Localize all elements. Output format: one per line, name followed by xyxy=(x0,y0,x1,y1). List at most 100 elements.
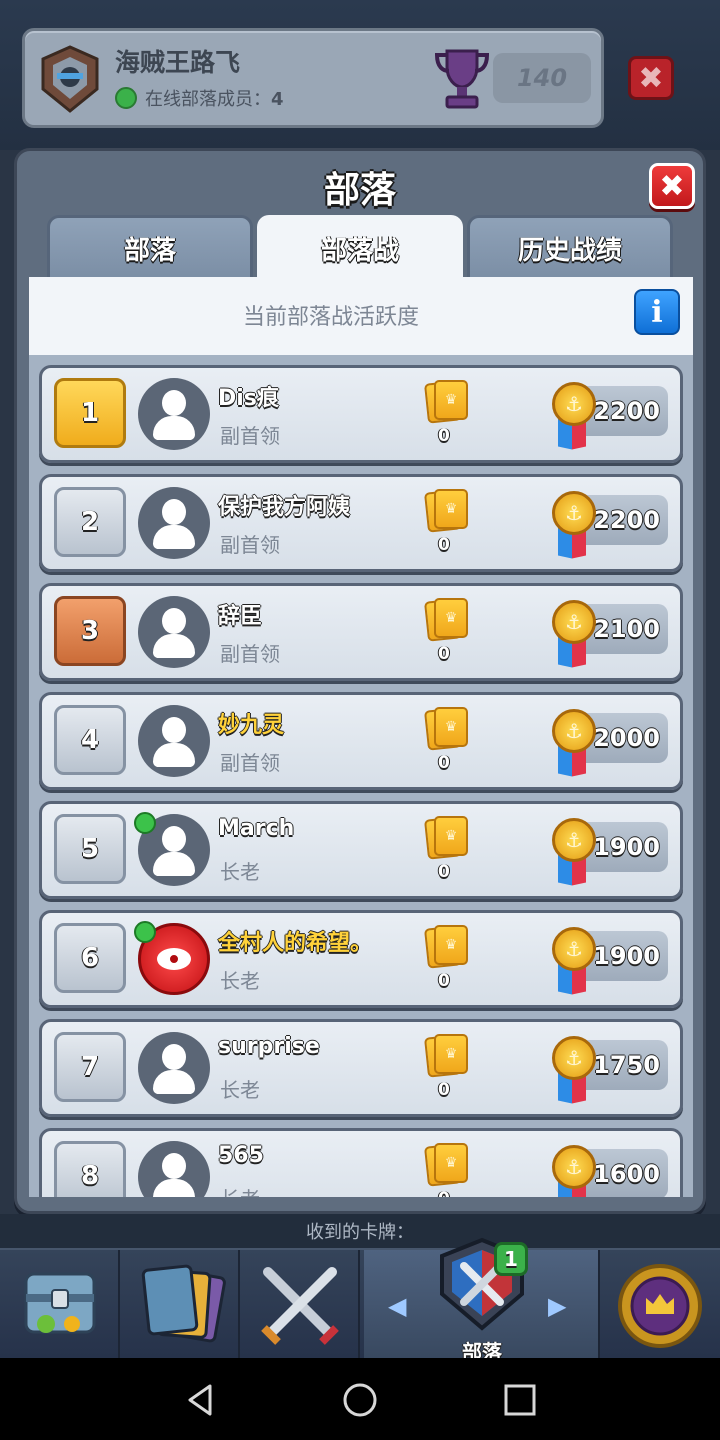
medal-icon: ⚓ xyxy=(552,818,596,890)
medal-icon: ⚓ xyxy=(552,709,596,781)
tab-clan-war[interactable]: 部落战 xyxy=(257,215,463,279)
cards-icon: ♛ xyxy=(424,378,470,424)
online-label: 在线部落成员： xyxy=(145,89,271,110)
tournament-icon xyxy=(618,1264,702,1348)
top-close-button[interactable]: ✖ xyxy=(628,56,674,100)
tab-history[interactable]: 历史战绩 xyxy=(467,215,673,279)
avatar xyxy=(138,378,210,450)
card-crown-icon: ♛ xyxy=(434,1143,468,1183)
received-cards-label: 收到的卡牌： xyxy=(306,1222,414,1243)
nav-tournament[interactable] xyxy=(600,1250,720,1360)
trophy-icon xyxy=(434,49,490,109)
clan-modal: 部落 ✖ 部落 部落战 历史战绩 当前部落战活跃度 i 1 Dis痕 副首领 ♛ 0 22… xyxy=(14,148,706,1214)
cards-count: 0 xyxy=(438,535,450,555)
modal-title: 部落 xyxy=(323,170,396,211)
info-button[interactable]: i xyxy=(634,289,680,335)
online-indicator-icon xyxy=(134,921,156,943)
modal-close-button[interactable]: ✖ xyxy=(649,163,695,209)
nav-cards[interactable] xyxy=(120,1250,240,1360)
online-status-icon xyxy=(115,87,137,109)
cards-icon xyxy=(141,1264,226,1343)
avatar-head xyxy=(162,717,186,743)
avatar-body xyxy=(153,634,195,658)
member-row[interactable]: 8565长老♛01600⚓ xyxy=(39,1128,683,1197)
cards-icon: ♛ xyxy=(424,596,470,642)
member-row[interactable]: 4 妙九灵 副首领 ♛ 0 2000 ⚓ xyxy=(39,692,683,790)
online-count: 4 xyxy=(271,89,284,110)
cards-count: 0 xyxy=(438,1080,450,1100)
bottom-nav: ◀ ▶ xyxy=(0,1237,720,1360)
avatar xyxy=(138,596,210,668)
online-members-text: 在线部落成员：4 xyxy=(145,85,284,111)
member-name: 妙九灵 xyxy=(218,713,285,738)
cards-icon: ♛ xyxy=(424,1032,470,1078)
avatar-head xyxy=(162,1044,186,1070)
coin-anchor-icon: ⚓ xyxy=(552,600,596,644)
member-role: 副首领 xyxy=(220,642,280,666)
member-name: 565 xyxy=(218,1143,264,1168)
cards-icon: ♛ xyxy=(424,814,470,860)
member-role: 长老 xyxy=(220,969,260,993)
subheader: 当前部落战活跃度 i xyxy=(29,277,693,355)
cards-count: 0 xyxy=(438,862,450,882)
rank-badge: 3 xyxy=(54,596,126,666)
rank-badge: 7 xyxy=(54,1032,126,1102)
avatar xyxy=(138,487,210,559)
avatar-head xyxy=(162,390,186,416)
tab-clan[interactable]: 部落 xyxy=(47,215,253,279)
medal-icon: ⚓ xyxy=(552,382,596,454)
avatar-head xyxy=(162,826,186,852)
member-name: March xyxy=(218,816,295,841)
coin-anchor-icon: ⚓ xyxy=(552,927,596,971)
subheader-text: 当前部落战活跃度 xyxy=(242,305,419,330)
coin-anchor-icon: ⚓ xyxy=(552,382,596,426)
member-row[interactable]: 2 保护我方阿姨 副首领 ♛ 0 2200 ⚓ xyxy=(39,474,683,572)
clan-notification-badge: 1 xyxy=(494,1242,528,1276)
card-crown-icon: ♛ xyxy=(434,598,468,638)
rank-badge: 4 xyxy=(54,705,126,775)
member-row[interactable]: 6 全村人的希望。 长老 ♛ 0 1900 ⚓ xyxy=(39,910,683,1008)
eye-pupil xyxy=(167,952,181,966)
member-name: surprise xyxy=(218,1034,320,1059)
rank-badge: 1 xyxy=(54,378,126,448)
member-row[interactable]: 3 辞臣 副首领 ♛ 0 2100 ⚓ xyxy=(39,583,683,681)
member-row[interactable]: 7 surprise 长老 ♛ 0 1750 ⚓ xyxy=(39,1019,683,1117)
cards-count: 0 xyxy=(438,644,450,664)
avatar xyxy=(138,705,210,777)
member-role: 长老 xyxy=(220,1078,260,1102)
nav-right-arrow[interactable]: ▶ xyxy=(548,1292,566,1320)
card-crown-icon: ♛ xyxy=(434,707,468,747)
nav-battle[interactable] xyxy=(240,1250,360,1360)
home-icon[interactable] xyxy=(340,1380,380,1420)
recents-icon[interactable] xyxy=(500,1380,540,1420)
avatar-body xyxy=(153,416,195,440)
nav-left-arrow[interactable]: ◀ xyxy=(388,1292,406,1320)
medal-icon: ⚓ xyxy=(552,491,596,563)
coin-anchor-icon: ⚓ xyxy=(552,818,596,862)
member-name: 保护我方阿姨 xyxy=(218,495,351,520)
medal-icon: ⚓ xyxy=(552,927,596,999)
coin-anchor-icon: ⚓ xyxy=(552,709,596,753)
member-list[interactable]: 1 Dis痕 副首领 ♛ 0 2200 ⚓ 2 保护我方阿姨 副首领 ♛ 0 2200 ⚓ 3 辞臣 副首领 ♛ 0… xyxy=(29,355,693,1197)
avatar-body xyxy=(153,743,195,767)
rank-badge: 8 xyxy=(54,1141,126,1197)
player-name: 海贼王路飞 xyxy=(115,48,241,77)
nav-shop[interactable] xyxy=(0,1250,120,1360)
card-crown-icon: ♛ xyxy=(434,816,468,856)
card-crown-icon: ♛ xyxy=(434,925,468,965)
cards-icon: ♛ xyxy=(424,923,470,969)
member-row[interactable]: 5 March 长老 ♛ 0 1900 ⚓ xyxy=(39,801,683,899)
member-row[interactable]: 1 Dis痕 副首领 ♛ 0 2200 ⚓ xyxy=(39,365,683,463)
member-role: 长老 xyxy=(220,1183,260,1197)
medal-icon: ⚓ xyxy=(552,1036,596,1108)
avatar-body xyxy=(153,852,195,876)
avatar-body xyxy=(153,1070,195,1094)
avatar-body xyxy=(153,1179,195,1197)
coin-anchor-icon: ⚓ xyxy=(552,491,596,535)
avatar-body xyxy=(153,525,195,549)
cards-count: 0 xyxy=(438,753,450,773)
member-name: 全村人的希望。 xyxy=(218,931,373,956)
back-icon[interactable] xyxy=(180,1380,220,1420)
cards-icon: ♛ xyxy=(424,487,470,533)
player-bar[interactable]: 海贼王路飞 在线部落成员：4 140 xyxy=(22,28,604,128)
